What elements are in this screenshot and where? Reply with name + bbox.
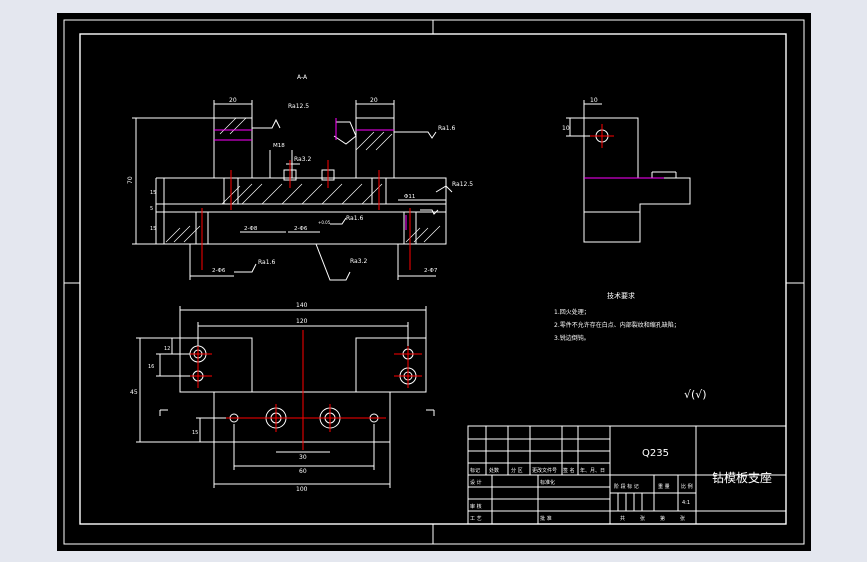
drawing-annotation-text: M18	[273, 143, 285, 149]
drawing-annotation-text: 张	[640, 515, 645, 522]
drawing-annotation-text: 15	[150, 190, 156, 196]
drawing-annotation-text: Ra3.2	[350, 258, 367, 265]
drawing-annotation-text: 标记	[470, 467, 480, 474]
drawing-annotation-text: 重 量	[658, 483, 670, 490]
drawing-annotation-text: 60	[299, 468, 307, 475]
section-label: A-A	[297, 74, 308, 81]
drawing-annotation-text: 张	[680, 515, 685, 522]
drawing-annotation-text: 第	[660, 515, 665, 522]
drawing-annotation-text: 批 准	[540, 515, 552, 522]
surface-roughness-symbol: √(√)	[684, 388, 707, 401]
cad-drawing: A-A 20 20 70 15 5 15 M18 2-Φ8 2-Φ6 +0.05…	[0, 0, 867, 562]
drawing-annotation-text: 共	[620, 515, 625, 522]
material-label: Q235	[642, 448, 669, 459]
drawing-annotation-text: 更改文件号	[532, 467, 557, 474]
drawing-annotation-text: 2-Φ6	[294, 226, 308, 232]
drawing-annotation-text: 标准化	[540, 479, 555, 486]
drawing-annotation-text: 15	[150, 226, 156, 232]
tech-requirement-3: 3.锐边倒钝。	[554, 334, 590, 342]
drawing-annotation-text: 设 计	[470, 479, 482, 486]
drawing-annotation-text: 处数	[489, 467, 499, 474]
drawing-annotation-text: 年、月、日	[580, 467, 605, 474]
drawing-annotation-text: 12	[164, 346, 170, 352]
drawing-annotation-text: 20	[229, 97, 237, 104]
drawing-annotation-text: 16	[148, 364, 154, 370]
drawing-annotation-text: 工 艺	[470, 516, 482, 522]
drawing-annotation-text: 2-Φ7	[424, 268, 438, 274]
drawing-annotation-text: 120	[296, 318, 308, 325]
drawing-annotation-text: 45	[130, 389, 138, 396]
drawing-canvas[interactable]	[57, 13, 811, 551]
drawing-annotation-text: 10	[562, 125, 570, 132]
drawing-annotation-text: 20	[370, 97, 378, 104]
drawing-annotation-text: 分 区	[511, 467, 523, 474]
drawing-annotation-text: 100	[296, 486, 308, 493]
drawing-annotation-text: Ra12.5	[288, 103, 309, 110]
tech-requirement-1: 1.回火处理；	[554, 308, 590, 316]
drawing-annotation-text: 30	[299, 454, 307, 461]
part-name: 钻模板支座	[712, 470, 772, 485]
drawing-annotation-text: Ra12.5	[452, 181, 473, 188]
drawing-annotation-text: Ra1.6	[346, 215, 363, 222]
scale-value: 4:1	[682, 500, 690, 506]
drawing-annotation-text: Ra1.6	[438, 125, 455, 132]
drawing-annotation-text: Ra3.2	[294, 156, 311, 163]
tech-requirement-2: 2.零件不允许存在白点、内部裂纹和缩孔缺陷；	[554, 321, 680, 329]
drawing-annotation-text: 签 名	[563, 467, 575, 474]
drawing-annotation-text: 10	[590, 97, 598, 104]
drawing-annotation-text: 140	[296, 302, 308, 309]
drawing-annotation-text: 2-Φ8	[244, 226, 258, 232]
drawing-annotation-text: 阶 段 标 记	[614, 483, 639, 490]
drawing-annotation-text: 70	[127, 176, 134, 184]
drawing-annotation-text: 比 例	[681, 483, 693, 490]
drawing-annotation-text: 审 核	[470, 503, 482, 510]
drawing-annotation-text: 5	[150, 206, 153, 212]
drawing-annotation-text: +0.05	[318, 220, 331, 225]
drawing-annotation-text: Φ11	[404, 194, 415, 200]
drawing-annotation-text: 15	[192, 430, 198, 436]
drawing-annotation-text: 2-Φ6	[212, 268, 226, 274]
tech-requirements-title: 技术要求	[607, 291, 635, 300]
drawing-annotation-text: Ra1.6	[258, 259, 275, 266]
